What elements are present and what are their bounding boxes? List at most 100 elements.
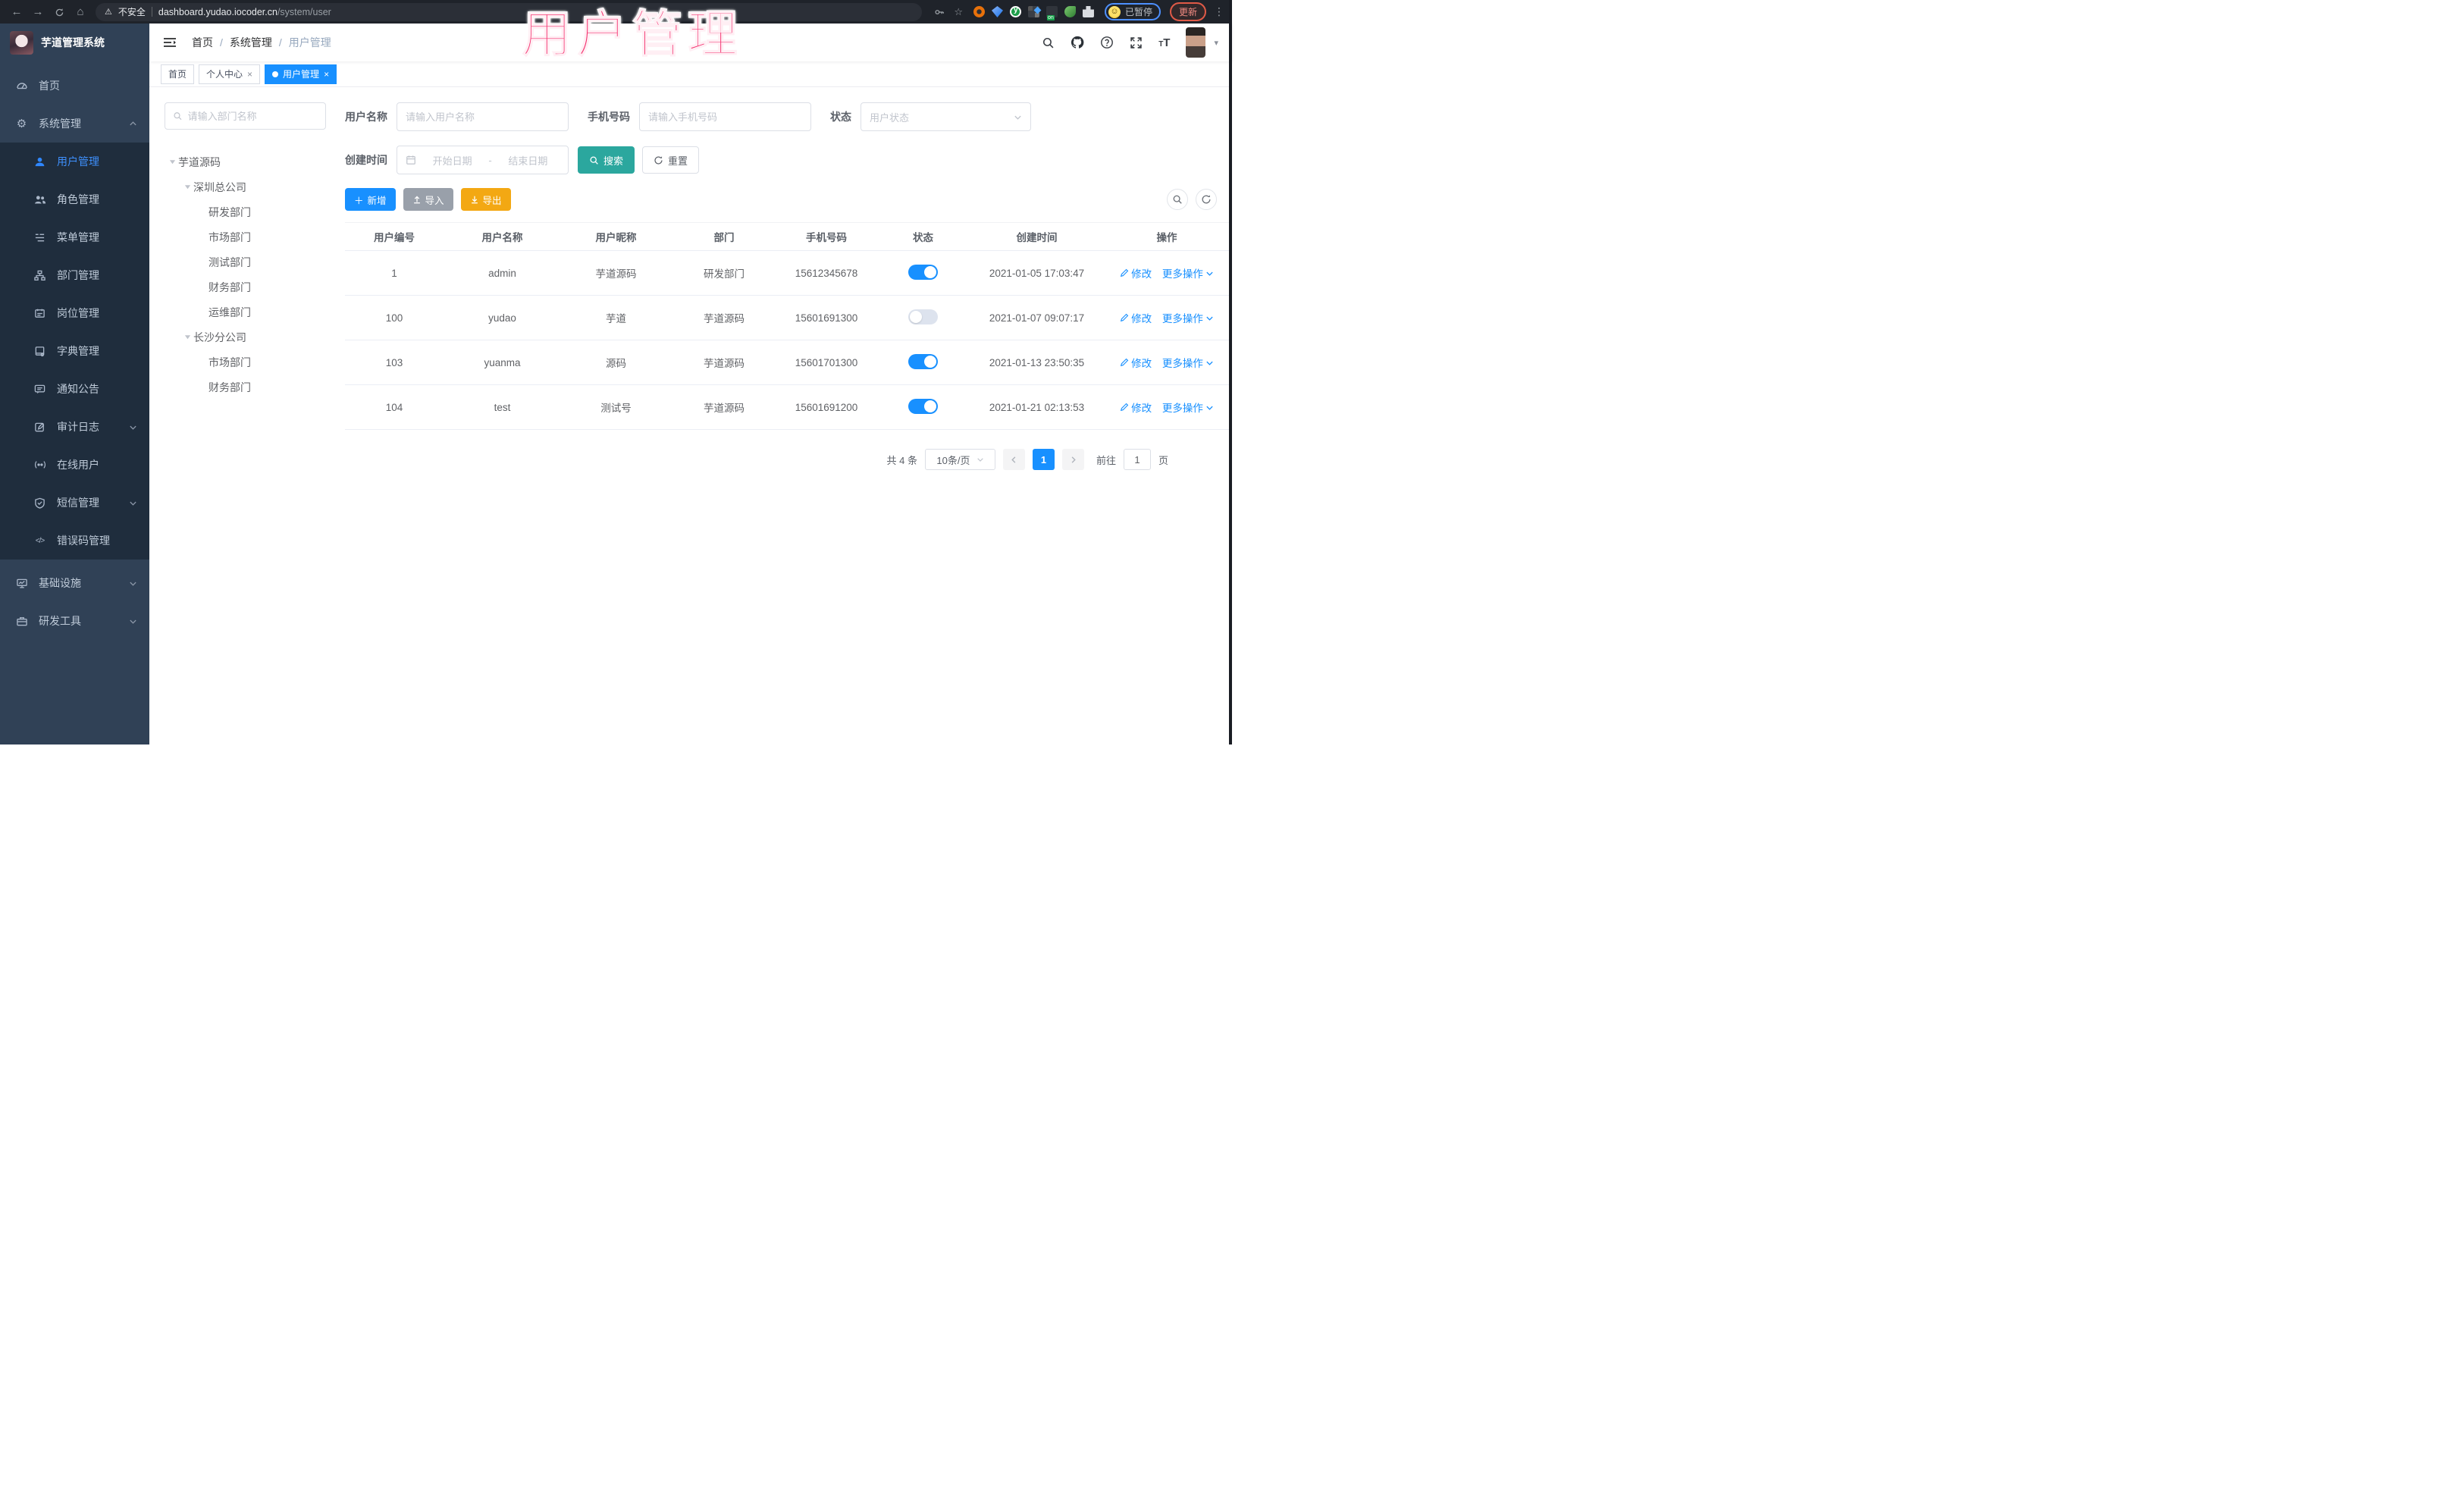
close-icon[interactable]: × (247, 69, 252, 80)
status-toggle[interactable] (908, 398, 938, 414)
header-search-icon[interactable] (1042, 36, 1055, 49)
edit-link[interactable]: 修改 (1120, 310, 1152, 325)
prev-page-button[interactable] (1002, 449, 1025, 470)
goto-page-input[interactable] (1123, 449, 1151, 470)
tab-user-mgmt[interactable]: 用户管理 × (265, 64, 337, 84)
extension-gem-icon[interactable] (991, 6, 1003, 17)
export-button[interactable]: 导出 (460, 188, 511, 211)
page-size-select[interactable]: 10条/页 (924, 449, 995, 470)
next-page-button[interactable] (1061, 449, 1084, 470)
breadcrumb-home[interactable]: 首页 (192, 35, 213, 50)
bookmark-star-icon[interactable]: ☆ (954, 6, 963, 18)
extensions-puzzle-icon[interactable] (1082, 6, 1094, 17)
caret-down-icon[interactable] (166, 158, 178, 165)
extension-grid-icon[interactable] (1027, 6, 1039, 17)
sidebar-item-errorcode-mgmt[interactable]: </> 错误码管理 (0, 522, 149, 560)
tab-profile[interactable]: 个人中心 × (199, 64, 261, 84)
sidebar-item-online-users[interactable]: 在线用户 (0, 446, 149, 484)
refresh-table-button[interactable] (1196, 189, 1217, 210)
more-actions-link[interactable]: 更多操作 (1162, 355, 1214, 370)
toggle-search-icon-button[interactable] (1167, 189, 1188, 210)
caret-down-icon[interactable] (181, 183, 193, 190)
edit-link[interactable]: 修改 (1120, 400, 1152, 415)
close-icon[interactable]: × (324, 69, 329, 80)
extension-leaf-icon[interactable] (1064, 6, 1076, 17)
sidebar-item-notice[interactable]: 通知公告 (0, 370, 149, 408)
sidebar-item-infrastructure[interactable]: 基础设施 (0, 564, 149, 602)
collapse-menu-icon[interactable] (163, 36, 177, 49)
extension-orange-icon[interactable] (973, 6, 985, 17)
tree-node[interactable]: 芋道源码 (165, 149, 326, 174)
tree-node[interactable]: 研发部门 (165, 199, 326, 224)
chevron-down-icon (129, 617, 137, 625)
browser-update-button[interactable]: 更新 (1169, 2, 1206, 21)
date-range-picker[interactable]: 开始日期 - 结束日期 (397, 146, 569, 174)
breadcrumb-system[interactable]: 系统管理 (230, 35, 272, 50)
mobile-field (639, 102, 811, 131)
fullscreen-icon[interactable] (1130, 36, 1143, 49)
browser-back-icon[interactable]: ← (8, 0, 26, 24)
sidebar-item-post-mgmt[interactable]: 岗位管理 (0, 294, 149, 332)
browser-forward-icon[interactable]: → (29, 0, 47, 24)
sidebar-item-home[interactable]: 首页 (0, 67, 149, 105)
status-toggle[interactable] (908, 264, 938, 280)
extension-green-icon[interactable] (1009, 6, 1021, 17)
add-button[interactable]: ＋ 新增 (345, 188, 396, 211)
dept-search-box[interactable] (165, 102, 326, 130)
more-actions-link[interactable]: 更多操作 (1162, 265, 1214, 281)
tree-node[interactable]: 测试部门 (165, 249, 326, 274)
sidebar-item-sms-mgmt[interactable]: 短信管理 (0, 484, 149, 522)
more-actions-link[interactable]: 更多操作 (1162, 310, 1214, 325)
edit-link[interactable]: 修改 (1120, 355, 1152, 370)
sidebar-item-dev-tools[interactable]: 研发工具 (0, 602, 149, 640)
tab-home[interactable]: 首页 (161, 64, 195, 84)
caret-down-icon[interactable] (181, 334, 193, 340)
security-warning-label[interactable]: 不安全 (118, 5, 146, 18)
logo-row[interactable]: 芋道管理系统 (0, 24, 149, 61)
tree-node[interactable]: 财务部门 (165, 274, 326, 299)
mobile-input[interactable] (648, 111, 802, 123)
col-username: 用户名称 (444, 222, 561, 251)
browser-home-icon[interactable]: ⌂ (71, 0, 89, 24)
page-number-1[interactable]: 1 (1032, 449, 1055, 470)
username-input[interactable] (406, 111, 560, 123)
help-icon[interactable] (1100, 36, 1114, 49)
add-button-label: 新增 (367, 195, 387, 206)
user-avatar[interactable] (1186, 27, 1206, 58)
search-button[interactable]: 搜索 (578, 146, 635, 174)
sidebar-item-user-mgmt[interactable]: 用户管理 (0, 143, 149, 180)
tree-node[interactable]: 深圳总公司 (165, 174, 326, 199)
upload-icon (413, 196, 420, 204)
sidebar-item-dept-mgmt[interactable]: 部门管理 (0, 256, 149, 294)
reset-button[interactable]: 重置 (642, 146, 700, 174)
address-bar[interactable]: ⚠ 不安全 dashboard.yudao.iocoder.cn/system/… (96, 2, 923, 21)
password-key-icon[interactable] (934, 6, 945, 18)
tree-node[interactable]: 市场部门 (165, 350, 326, 375)
more-actions-link[interactable]: 更多操作 (1162, 400, 1214, 415)
tree-node[interactable]: 长沙分公司 (165, 324, 326, 350)
tree-node[interactable]: 运维部门 (165, 299, 326, 324)
tree-node[interactable]: 财务部门 (165, 375, 326, 400)
dept-search-input[interactable] (187, 110, 318, 122)
font-size-icon[interactable]: TT (1158, 36, 1170, 49)
status-select[interactable]: 用户状态 (861, 102, 1031, 131)
url-text[interactable]: dashboard.yudao.iocoder.cn/system/user (158, 7, 331, 17)
github-icon[interactable] (1071, 36, 1084, 49)
sidebar-item-audit-log[interactable]: 审计日志 (0, 408, 149, 446)
sidebar-item-system[interactable]: ⚙ 系统管理 (0, 105, 149, 143)
browser-menu-icon[interactable]: ⋮ (1214, 5, 1224, 18)
status-toggle[interactable] (908, 353, 938, 369)
tree-node[interactable]: 市场部门 (165, 224, 326, 249)
date-separator: - (488, 154, 492, 166)
import-button[interactable]: 导入 (403, 188, 453, 211)
status-toggle[interactable] (908, 309, 938, 324)
sidebar-item-role-mgmt[interactable]: 角色管理 (0, 180, 149, 218)
browser-reload-icon[interactable] (50, 0, 68, 24)
browser-scrollbar[interactable] (1229, 0, 1232, 744)
avatar-caret-icon[interactable]: ▾ (1214, 38, 1218, 48)
extension-switch-icon[interactable] (1045, 6, 1058, 20)
edit-link[interactable]: 修改 (1120, 265, 1152, 281)
sidebar-item-dict-mgmt[interactable]: 字典管理 (0, 332, 149, 370)
browser-profile-chip[interactable]: ☺ 已暂停 (1104, 3, 1161, 20)
sidebar-item-menu-mgmt[interactable]: 菜单管理 (0, 218, 149, 256)
